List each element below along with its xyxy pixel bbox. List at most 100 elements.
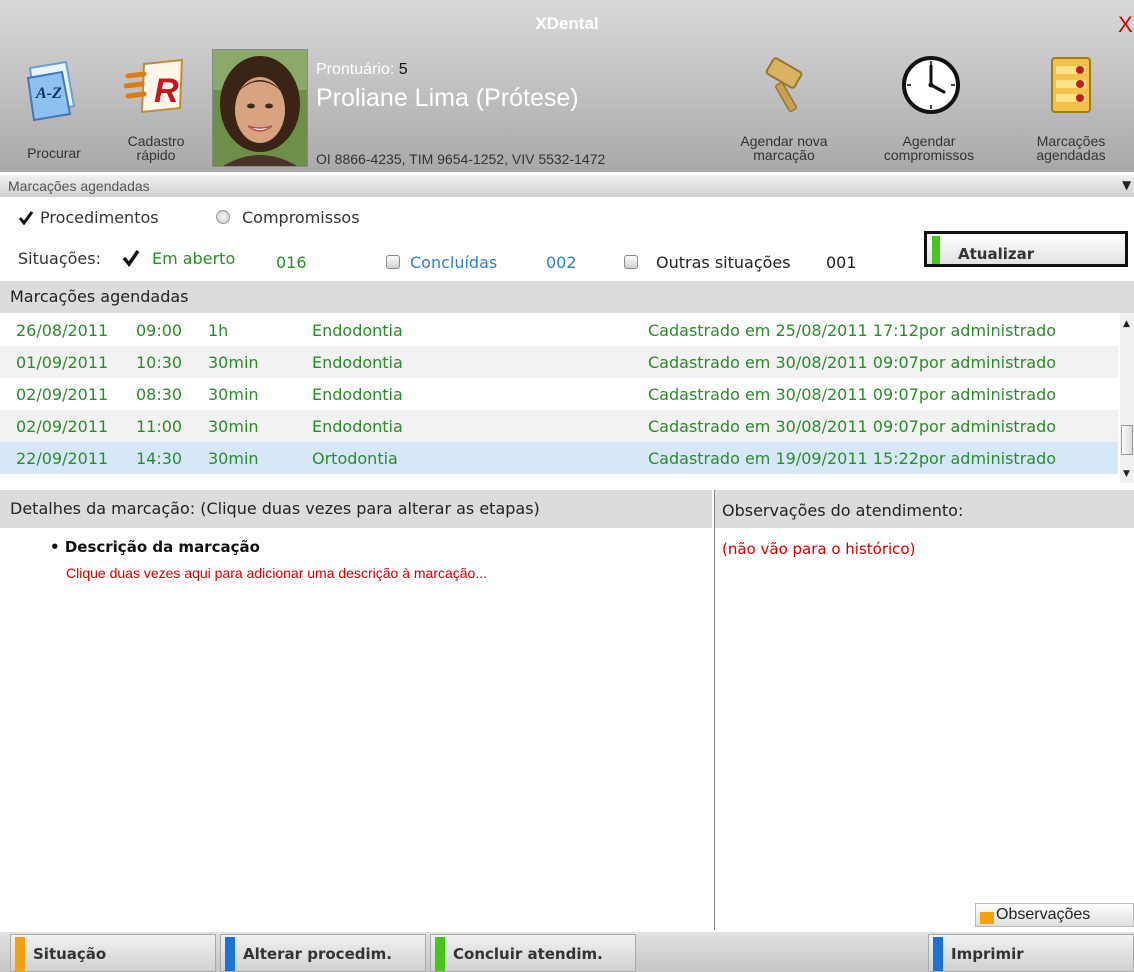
checkmark-icon — [18, 211, 34, 226]
row-time: 08:30 — [136, 385, 183, 404]
open-checkbox[interactable] — [122, 249, 140, 267]
table-row[interactable]: 01/09/2011 10:30 30min Endodontia Cadast… — [0, 346, 1118, 378]
status-button[interactable]: Situação — [10, 934, 216, 972]
print-button[interactable]: Imprimir — [928, 934, 1134, 972]
patient-phones: OI 8866-4235, TIM 9654-1252, VIV 5532-14… — [316, 151, 606, 167]
checkmark-icon — [122, 250, 140, 267]
avatar — [213, 50, 307, 166]
change-procedure-label: Alterar procedim. — [243, 945, 392, 963]
row-time: 10:30 — [136, 353, 183, 372]
procedures-checkbox[interactable] — [18, 210, 34, 226]
scrollbar-thumb[interactable] — [1121, 425, 1133, 455]
list-title: Marcações agendadas — [10, 287, 189, 306]
new-appointment-button[interactable]: Agendar nova marcação — [724, 52, 844, 168]
row-procedure: Endodontia — [312, 417, 403, 436]
schedule-commitments-label-1: Agendar — [902, 133, 956, 149]
refresh-label: Atualizar — [958, 245, 1035, 263]
record-label: Prontuário: — [316, 61, 395, 78]
done-count: 002 — [546, 253, 577, 272]
status-button-label: Situação — [33, 945, 107, 963]
description-title[interactable]: • Descrição da marcação — [50, 538, 260, 556]
pane-divider[interactable] — [714, 490, 715, 930]
address-book-icon: A-Z — [26, 60, 76, 122]
chevron-down-icon[interactable]: ▼ — [1122, 178, 1131, 192]
svg-text:A-Z: A-Z — [35, 85, 62, 102]
row-time: 11:00 — [136, 417, 183, 436]
schedule-commitments-button[interactable]: Agendar compromissos — [864, 52, 994, 168]
change-procedure-button[interactable]: Alterar procedim. — [220, 934, 426, 972]
change-accent — [225, 937, 235, 971]
patient-photo — [212, 49, 308, 167]
refresh-accent — [932, 236, 940, 264]
row-procedure: Endodontia — [312, 385, 403, 404]
observations-title: Observações do atendimento: — [722, 501, 964, 520]
row-duration: 30min — [208, 449, 259, 468]
record-number: Prontuário: 5 — [316, 61, 408, 79]
close-icon[interactable]: X — [1118, 12, 1133, 38]
scroll-up-icon[interactable]: ▲ — [1123, 319, 1130, 329]
search-button[interactable]: A-Z Procurar — [14, 58, 94, 168]
situations-label: Situações: — [18, 249, 101, 268]
commitments-label: Compromissos — [242, 208, 360, 227]
scroll-down-icon[interactable]: ▼ — [1123, 469, 1130, 479]
observations-note[interactable]: (não vão para o histórico) — [722, 540, 915, 558]
other-label: Outras situações — [656, 253, 791, 272]
row-date: 02/09/2011 — [16, 385, 109, 404]
row-info: Cadastrado em 30/08/2011 09:07por admini… — [648, 417, 1057, 436]
finish-appointment-button[interactable]: Concluir atendim. — [430, 934, 636, 972]
row-duration: 30min — [208, 417, 259, 436]
row-date: 26/08/2011 — [16, 321, 109, 340]
schedule-commitments-label-2: compromissos — [883, 147, 975, 163]
row-date: 01/09/2011 — [16, 353, 109, 372]
gavel-icon — [765, 57, 803, 113]
quick-register-label-1: Cadastro — [127, 133, 185, 149]
clock-icon — [902, 56, 960, 114]
section-selector-label: Marcações agendadas — [8, 178, 150, 194]
description-placeholder[interactable]: Clique duas vezes aqui para adicionar um… — [66, 565, 487, 581]
finish-accent — [435, 937, 445, 971]
table-row-selected[interactable]: 22/09/2011 14:30 30min Ortodontia Cadast… — [0, 442, 1118, 474]
row-time: 09:00 — [136, 321, 183, 340]
row-duration: 1h — [208, 321, 229, 340]
quick-register-button[interactable]: R Cadastro rápido — [110, 54, 202, 168]
row-info: Cadastrado em 25/08/2011 17:12por admini… — [648, 321, 1057, 340]
section-selector[interactable] — [0, 175, 1134, 197]
procedures-label: Procedimentos — [40, 208, 159, 227]
done-checkbox[interactable] — [386, 255, 400, 269]
status-accent — [15, 937, 25, 971]
list-scrollbar[interactable]: ▲ ▼ — [1120, 313, 1134, 483]
row-duration: 30min — [208, 385, 259, 404]
other-checkbox[interactable] — [624, 255, 638, 269]
details-title: Detalhes da marcação: (Clique duas vezes… — [10, 499, 540, 518]
new-appointment-label-2: marcação — [753, 147, 815, 163]
observations-button-label: Observações — [996, 906, 1091, 923]
svg-text:R: R — [154, 72, 179, 110]
bullet: • — [50, 538, 60, 556]
table-row[interactable]: 02/09/2011 11:00 30min Endodontia Cadast… — [0, 410, 1118, 442]
observations-accent — [980, 912, 994, 924]
record-value: 5 — [398, 61, 408, 78]
row-time: 14:30 — [136, 449, 183, 468]
commitments-radio[interactable] — [216, 210, 230, 224]
table-row[interactable]: 02/09/2011 08:30 30min Endodontia Cadast… — [0, 378, 1118, 410]
row-info: Cadastrado em 30/08/2011 09:07por admini… — [648, 353, 1057, 372]
row-duration: 30min — [208, 353, 259, 372]
finish-appointment-label: Concluir atendim. — [453, 945, 603, 963]
scheduled-appointments-label-2: agendadas — [1036, 147, 1106, 163]
quick-register-label-2: rápido — [136, 147, 176, 163]
row-procedure: Endodontia — [312, 321, 403, 340]
scheduled-appointments-label-1: Marcações — [1036, 133, 1106, 149]
window-title: XDental — [535, 14, 599, 33]
print-accent — [933, 937, 943, 971]
register-form-icon: R — [124, 58, 184, 114]
row-info: Cadastrado em 30/08/2011 09:07por admini… — [648, 385, 1057, 404]
row-date: 22/09/2011 — [16, 449, 109, 468]
list-icon — [1051, 57, 1091, 113]
new-appointment-label-1: Agendar nova — [740, 133, 828, 149]
row-procedure: Ortodontia — [312, 449, 398, 468]
row-info: Cadastrado em 19/09/2011 15:22por admini… — [648, 449, 1057, 468]
table-row[interactable]: 26/08/2011 09:00 1h Endodontia Cadastrad… — [0, 314, 1118, 346]
done-label: Concluídas — [410, 253, 498, 272]
scheduled-appointments-button[interactable]: Marcações agendadas — [1018, 52, 1124, 168]
patient-name: Proliane Lima (Prótese) — [316, 84, 579, 112]
